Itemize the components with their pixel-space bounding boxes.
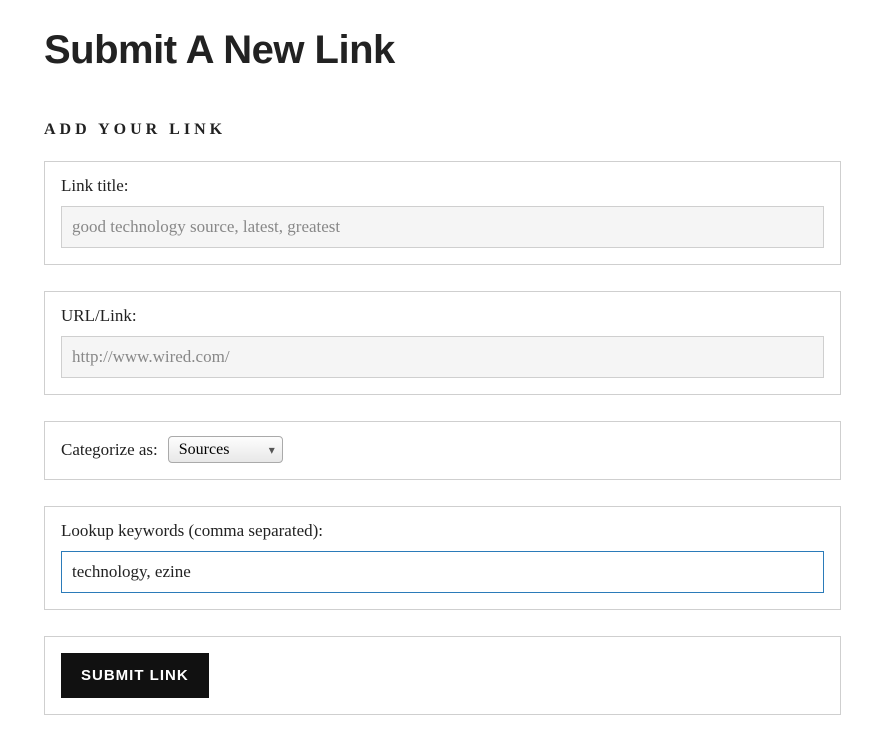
link-title-label: Link title: [61, 176, 129, 196]
url-label: URL/Link: [61, 306, 137, 326]
categorize-label: Categorize as: [61, 440, 158, 460]
page-title: Submit A New Link [44, 28, 841, 73]
url-input[interactable] [61, 336, 824, 378]
keywords-input[interactable] [61, 551, 824, 593]
field-group-categorize: Categorize as: Sources [44, 421, 841, 480]
section-heading: ADD YOUR LINK [44, 121, 841, 139]
submit-section: SUBMIT LINK [44, 636, 841, 715]
categorize-select-wrap: Sources [168, 436, 283, 463]
categorize-select[interactable]: Sources [168, 436, 283, 463]
submit-button[interactable]: SUBMIT LINK [61, 653, 209, 698]
field-group-link-title: Link title: [44, 161, 841, 265]
keywords-label: Lookup keywords (comma separated): [61, 521, 323, 541]
field-group-url: URL/Link: [44, 291, 841, 395]
field-group-keywords: Lookup keywords (comma separated): [44, 506, 841, 610]
link-title-input[interactable] [61, 206, 824, 248]
